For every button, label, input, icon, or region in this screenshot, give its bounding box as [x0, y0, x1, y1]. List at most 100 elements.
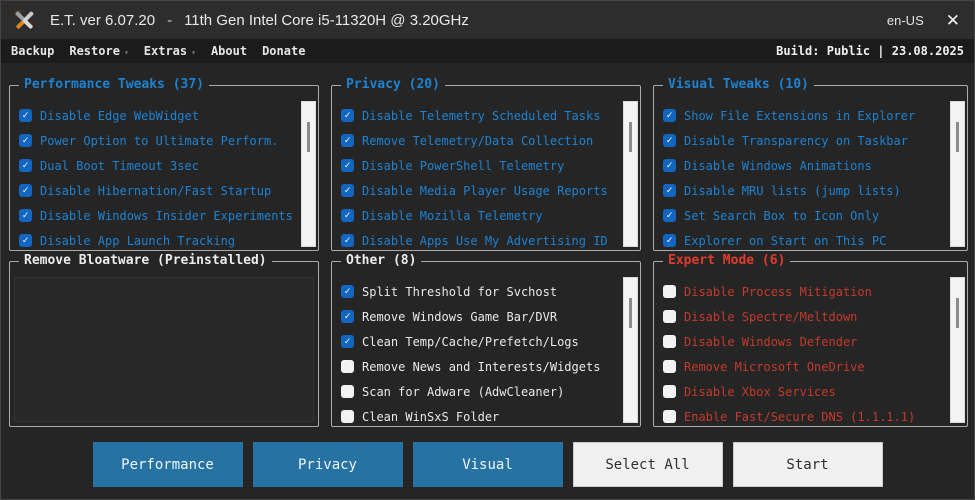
- checkbox[interactable]: ✓: [663, 234, 676, 247]
- checkbox[interactable]: [663, 285, 676, 298]
- tweak-checkbox-row[interactable]: ✓ Show File Extensions in Explorer: [663, 103, 967, 128]
- checkbox[interactable]: ✓: [341, 335, 354, 348]
- checkbox[interactable]: [663, 310, 676, 323]
- checkbox[interactable]: ✓: [341, 134, 354, 147]
- tweak-checkbox-row[interactable]: ✓ Disable Apps Use My Advertising ID: [341, 228, 640, 253]
- tweak-checkbox-row[interactable]: ✓ Disable Media Player Usage Reports: [341, 178, 640, 203]
- checkbox[interactable]: ✓: [341, 209, 354, 222]
- tweak-checkbox-row[interactable]: ✓ Dual Boot Timeout 3sec: [19, 153, 318, 178]
- checkbox-label[interactable]: Dual Boot Timeout 3sec: [40, 159, 199, 173]
- checkbox-label[interactable]: Disable Edge WebWidget: [40, 109, 199, 123]
- tweak-checkbox-row[interactable]: Disable Xbox Services: [663, 379, 967, 404]
- tweak-checkbox-row[interactable]: ✓ Remove Windows Game Bar/DVR: [341, 304, 640, 329]
- tweak-checkbox-row[interactable]: Disable Spectre/Meltdown: [663, 304, 967, 329]
- checkbox-label[interactable]: Disable Spectre/Meltdown: [684, 310, 857, 324]
- privacy-button[interactable]: Privacy: [252, 442, 403, 487]
- tweak-checkbox-row[interactable]: Remove Microsoft OneDrive: [663, 354, 967, 379]
- checkbox-label[interactable]: Disable Process Mitigation: [684, 285, 872, 299]
- scrollbar-thumb[interactable]: [956, 122, 959, 152]
- checkbox[interactable]: ✓: [341, 310, 354, 323]
- checkbox[interactable]: ✓: [341, 184, 354, 197]
- checkbox[interactable]: ✓: [663, 159, 676, 172]
- tweak-checkbox-row[interactable]: ✓ Split Threshold for Svchost: [341, 279, 640, 304]
- scrollbar[interactable]: [950, 277, 965, 423]
- checkbox[interactable]: [663, 335, 676, 348]
- scrollbar-thumb[interactable]: [629, 298, 632, 328]
- menu-item-restore[interactable]: Restore ▾: [69, 44, 128, 58]
- tweak-checkbox-row[interactable]: ✓ Disable Hibernation/Fast Startup: [19, 178, 318, 203]
- performance-button[interactable]: Performance: [92, 442, 243, 487]
- checkbox-label[interactable]: Disable MRU lists (jump lists): [684, 184, 901, 198]
- tweak-checkbox-row[interactable]: ✓ Explorer on Start on This PC: [663, 228, 967, 253]
- checkbox-label[interactable]: Remove News and Interests/Widgets: [362, 360, 600, 374]
- checkbox-label[interactable]: Disable Xbox Services: [684, 385, 836, 399]
- close-icon[interactable]: ✕: [946, 12, 960, 29]
- tweak-checkbox-row[interactable]: ✓ Disable Telemetry Scheduled Tasks: [341, 103, 640, 128]
- checkbox-label[interactable]: Disable Hibernation/Fast Startup: [40, 184, 271, 198]
- checkbox[interactable]: [341, 385, 354, 398]
- tweak-checkbox-row[interactable]: ✓ Disable Windows Animations: [663, 153, 967, 178]
- checkbox-label[interactable]: Disable App Launch Tracking: [40, 234, 235, 248]
- scrollbar[interactable]: [623, 277, 638, 423]
- checkbox[interactable]: ✓: [663, 184, 676, 197]
- checkbox-label[interactable]: Show File Extensions in Explorer: [684, 109, 915, 123]
- tweak-checkbox-row[interactable]: ✓ Clean Temp/Cache/Prefetch/Logs: [341, 329, 640, 354]
- checkbox[interactable]: [663, 410, 676, 423]
- tweak-checkbox-row[interactable]: ✓ Disable App Launch Tracking: [19, 228, 318, 253]
- checkbox-label[interactable]: Disable Windows Defender: [684, 335, 857, 349]
- checkbox-label[interactable]: Remove Microsoft OneDrive: [684, 360, 865, 374]
- checkbox-label[interactable]: Clean Temp/Cache/Prefetch/Logs: [362, 335, 579, 349]
- tweak-checkbox-row[interactable]: ✓ Disable Windows Insider Experiments: [19, 203, 318, 228]
- menu-item-extras[interactable]: Extras ▾: [144, 44, 196, 58]
- checkbox-label[interactable]: Disable Mozilla Telemetry: [362, 209, 543, 223]
- visual-button[interactable]: Visual: [412, 442, 563, 487]
- checkbox-label[interactable]: Scan for Adware (AdwCleaner): [362, 385, 564, 399]
- start-button[interactable]: Start: [732, 442, 883, 487]
- scrollbar[interactable]: [301, 101, 316, 247]
- checkbox-label[interactable]: Set Search Box to Icon Only: [684, 209, 879, 223]
- tweak-checkbox-row[interactable]: ✓ Disable Mozilla Telemetry: [341, 203, 640, 228]
- checkbox-label[interactable]: Disable Transparency on Taskbar: [684, 134, 908, 148]
- scrollbar-thumb[interactable]: [307, 122, 310, 152]
- checkbox[interactable]: ✓: [663, 109, 676, 122]
- tweak-checkbox-row[interactable]: ✓ Power Option to Ultimate Perform.: [19, 128, 318, 153]
- checkbox[interactable]: ✓: [19, 184, 32, 197]
- tweak-checkbox-row[interactable]: Enable Fast/Secure DNS (1.1.1.1): [663, 404, 967, 429]
- bloatware-listbox[interactable]: [14, 277, 314, 422]
- tweak-checkbox-row[interactable]: Remove News and Interests/Widgets: [341, 354, 640, 379]
- tweak-checkbox-row[interactable]: ✓ Set Search Box to Icon Only: [663, 203, 967, 228]
- tweak-checkbox-row[interactable]: ✓ Disable Transparency on Taskbar: [663, 128, 967, 153]
- checkbox-label[interactable]: Disable PowerShell Telemetry: [362, 159, 564, 173]
- checkbox[interactable]: ✓: [663, 209, 676, 222]
- tweak-checkbox-row[interactable]: ✓ Disable PowerShell Telemetry: [341, 153, 640, 178]
- checkbox-label[interactable]: Remove Telemetry/Data Collection: [362, 134, 593, 148]
- checkbox[interactable]: ✓: [19, 209, 32, 222]
- checkbox[interactable]: ✓: [341, 109, 354, 122]
- scrollbar[interactable]: [623, 101, 638, 247]
- checkbox[interactable]: [341, 360, 354, 373]
- tweak-checkbox-row[interactable]: ✓ Disable MRU lists (jump lists): [663, 178, 967, 203]
- tweak-checkbox-row[interactable]: ✓ Disable Edge WebWidget: [19, 103, 318, 128]
- language-selector[interactable]: en-US: [887, 13, 924, 28]
- checkbox-label[interactable]: Split Threshold for Svchost: [362, 285, 557, 299]
- select-all-button[interactable]: Select All: [572, 442, 723, 487]
- tweak-checkbox-row[interactable]: ✓ Remove Telemetry/Data Collection: [341, 128, 640, 153]
- menu-item-donate[interactable]: Donate: [262, 44, 305, 58]
- checkbox[interactable]: ✓: [19, 159, 32, 172]
- tweak-checkbox-row[interactable]: Disable Process Mitigation: [663, 279, 967, 304]
- scrollbar-thumb[interactable]: [629, 122, 632, 152]
- checkbox-label[interactable]: Power Option to Ultimate Perform.: [40, 134, 278, 148]
- checkbox[interactable]: ✓: [19, 109, 32, 122]
- checkbox-label[interactable]: Explorer on Start on This PC: [684, 234, 886, 248]
- scrollbar[interactable]: [950, 101, 965, 247]
- checkbox-label[interactable]: Enable Fast/Secure DNS (1.1.1.1): [684, 410, 915, 424]
- checkbox-label[interactable]: Disable Apps Use My Advertising ID: [362, 234, 608, 248]
- checkbox[interactable]: ✓: [663, 134, 676, 147]
- checkbox[interactable]: [663, 385, 676, 398]
- tweak-checkbox-row[interactable]: Disable Windows Defender: [663, 329, 967, 354]
- checkbox-label[interactable]: Disable Media Player Usage Reports: [362, 184, 608, 198]
- checkbox-label[interactable]: Disable Windows Animations: [684, 159, 872, 173]
- tweak-checkbox-row[interactable]: Clean WinSxS Folder: [341, 404, 640, 429]
- checkbox[interactable]: ✓: [341, 159, 354, 172]
- checkbox[interactable]: [663, 360, 676, 373]
